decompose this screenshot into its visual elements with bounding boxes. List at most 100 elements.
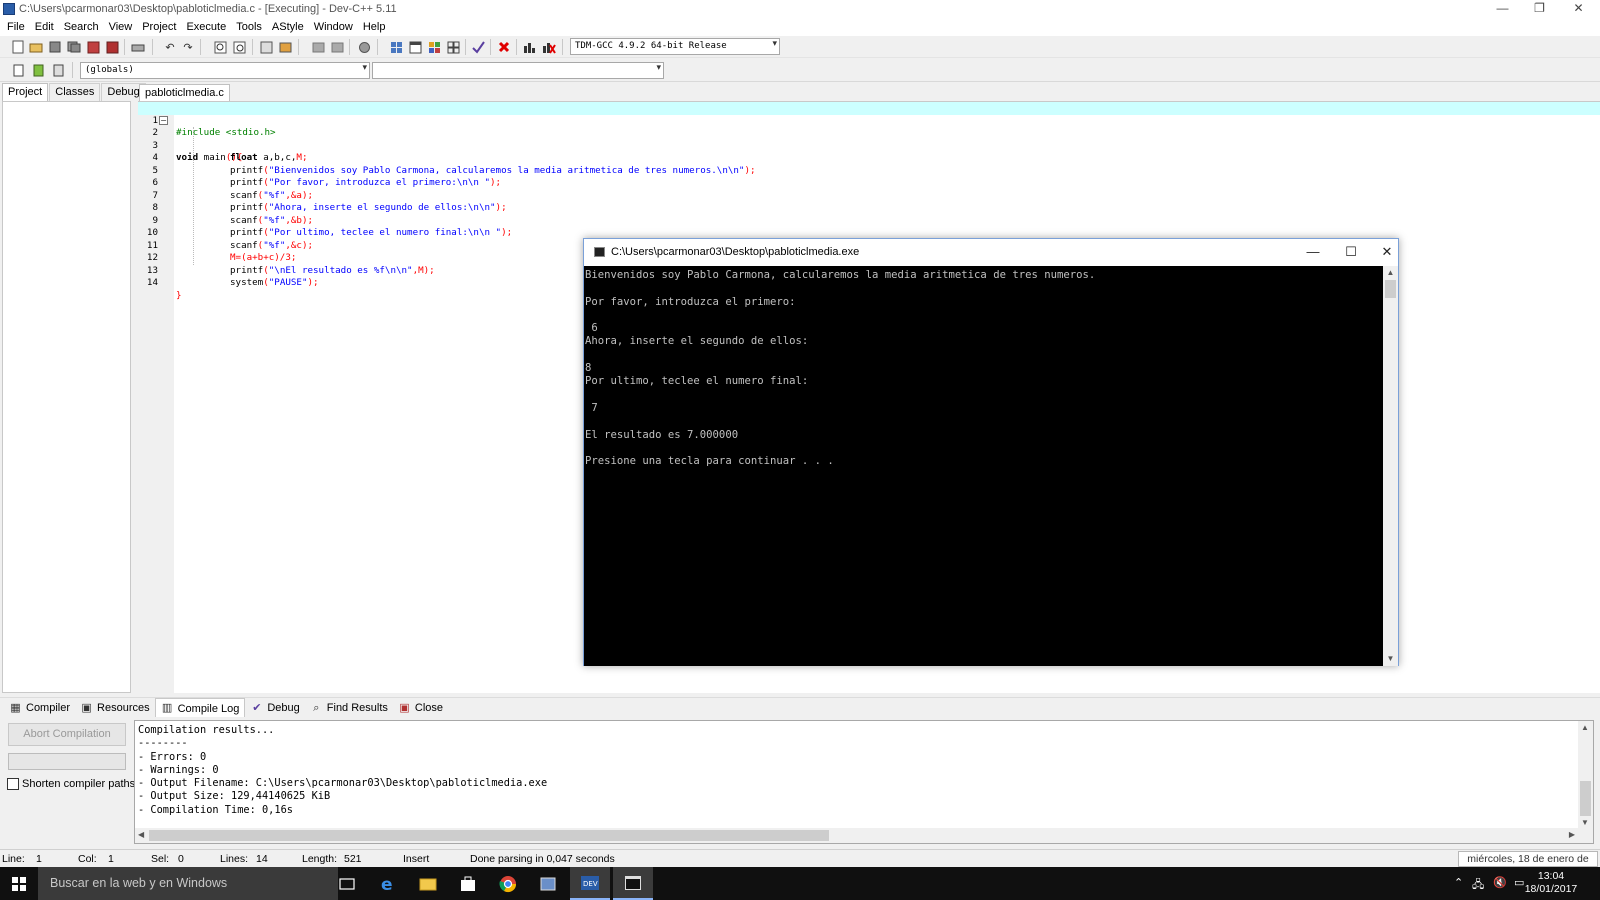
code-line[interactable]: 4 printf("Bienvenidos soy Pablo Carmona,… [138,140,1600,176]
menu-tools[interactable]: Tools [231,19,267,36]
code-line[interactable]: 7 printf("Ahora, inserte el segundo de e… [138,177,1600,214]
scroll-thumb[interactable] [1580,781,1591,816]
console-window[interactable]: C:\Users\pcarmonar03\Desktop\pabloticlme… [583,238,1399,666]
toggle-bookmark-icon[interactable] [30,62,46,78]
bookmark-icon[interactable] [356,39,372,55]
console-app-taskbar-icon[interactable] [613,867,653,900]
taskbar-clock[interactable]: 13:04 18/01/2017 [1520,870,1582,896]
menu-edit[interactable]: Edit [30,19,59,36]
minimize-button[interactable]: — [1484,0,1521,19]
tab-resources[interactable]: ▣ Resources [75,698,155,718]
menu-window[interactable]: Window [309,19,358,36]
code-line[interactable]: 6 scanf("%f",&a); [138,165,1600,201]
code-line[interactable]: 10 scanf("%f",&c); [138,215,1600,251]
log-vertical-scrollbar[interactable]: ▲ ▼ [1578,721,1593,829]
code-line[interactable]: 3 float a,b,c,M; [138,127,1600,164]
insert-icon[interactable] [10,62,26,78]
tray-show-hidden-icon[interactable]: ⌃ [1454,876,1463,889]
tab-classes[interactable]: Classes [49,83,101,101]
tab-close[interactable]: ▣ Close [393,698,448,718]
devcpp-active-app-icon[interactable]: DEV [570,867,610,900]
delete-profile-icon[interactable] [541,39,557,55]
goto-line-icon[interactable] [258,39,274,55]
close-all-icon[interactable] [104,39,120,55]
code-line[interactable]: 1 #include <stdio.h> [138,102,1600,138]
menu-help[interactable]: Help [358,19,391,36]
code-line[interactable]: 2 − void main(){ [138,115,1600,163]
tab-compile-log[interactable]: ▥ Compile Log [154,698,246,718]
shorten-paths-checkbox[interactable] [7,778,19,790]
scroll-left-icon[interactable]: ◀ [138,830,144,839]
save-all-icon[interactable] [66,39,82,55]
tab-project[interactable]: Project [2,83,49,101]
next-icon[interactable] [329,39,345,55]
console-maximize-button[interactable]: ☐ [1336,243,1366,262]
find-icon[interactable] [212,39,228,55]
task-view-icon[interactable] [327,867,367,900]
taskbar-search-box[interactable]: Buscar en la web y en Windows [38,867,338,900]
shorten-paths-option[interactable]: Shorten compiler paths [7,778,135,790]
class-browser-icon[interactable] [445,39,461,55]
scroll-right-icon[interactable]: ▶ [1569,830,1575,839]
close-file-icon[interactable] [85,39,101,55]
console-scrollbar[interactable]: ▲ ▼ [1383,266,1398,666]
member-select[interactable]: ▾ [372,62,664,79]
code-line[interactable]: 5 printf("Por favor, introduzca el prime… [138,152,1600,189]
fold-collapse-icon[interactable]: − [159,115,168,125]
volume-muted-icon[interactable]: 🔇 [1493,876,1507,889]
save-icon[interactable] [47,39,63,55]
menu-execute[interactable]: Execute [181,19,231,36]
stop-execution-icon[interactable] [496,39,512,55]
indent-icon[interactable] [277,39,293,55]
scroll-thumb[interactable] [149,830,829,841]
close-button[interactable]: ✕ [1560,0,1597,19]
project-tree[interactable] [2,101,131,693]
goto-bookmark-icon[interactable] [50,62,66,78]
abort-compilation-button[interactable]: Abort Compilation [8,723,126,746]
menu-project[interactable]: Project [137,19,181,36]
tab-compiler[interactable]: ▦ Compiler [4,698,75,718]
network-icon[interactable]: 🖧 [1472,876,1484,895]
console-minimize-button[interactable]: — [1298,243,1328,262]
scroll-up-icon[interactable]: ▲ [1581,723,1589,732]
scroll-down-icon[interactable]: ▼ [1581,818,1589,827]
chrome-browser-icon[interactable] [488,867,528,900]
scroll-up-icon[interactable]: ▲ [1383,266,1398,280]
devcpp-taskbar-icon[interactable] [528,867,568,900]
tab-debug-bottom[interactable]: ✔ Debug [245,698,304,718]
log-horizontal-scrollbar[interactable]: ◀ ▶ [135,828,1593,843]
file-explorer-icon[interactable] [408,867,448,900]
open-project-icon[interactable] [407,39,423,55]
compile-log-output[interactable]: Compilation results... -------- - Errors… [134,720,1594,844]
print-icon[interactable] [130,39,146,55]
console-title-bar[interactable]: C:\Users\pcarmonar03\Desktop\pabloticlme… [584,239,1398,266]
new-project-icon[interactable] [388,39,404,55]
edge-browser-icon[interactable]: e [368,867,408,900]
menu-file[interactable]: File [2,19,30,36]
start-button[interactable] [0,867,38,900]
undo-icon[interactable]: ↶ [162,39,178,55]
code-line[interactable]: 8 scanf("%f",&b); [138,190,1600,226]
project-options-icon[interactable] [426,39,442,55]
new-file-icon[interactable] [10,39,26,55]
console-close-button[interactable]: ✕ [1372,243,1402,262]
scroll-thumb[interactable] [1385,280,1396,298]
tab-find-results[interactable]: ⌕ Find Results [305,698,393,718]
open-file-icon[interactable] [28,39,44,55]
menu-search[interactable]: Search [59,19,104,36]
replace-icon[interactable] [231,39,247,55]
console-output-area[interactable]: Bienvenidos soy Pablo Carmona, calculare… [584,266,1383,666]
compiler-select[interactable]: TDM-GCC 4.9.2 64-bit Release ▾ [570,38,780,55]
editor-tab-file[interactable]: pabloticlmedia.c [139,84,230,101]
profile-chart-icon[interactable] [522,39,538,55]
redo-icon[interactable]: ↷ [180,39,196,55]
code-line[interactable]: 9 printf("Por ultimo, teclee el numero f… [138,202,1600,239]
store-icon[interactable] [448,867,488,900]
scroll-down-icon[interactable]: ▼ [1383,652,1398,666]
menu-view[interactable]: View [104,19,138,36]
menu-astyle[interactable]: AStyle [267,19,309,36]
check-syntax-icon[interactable] [470,39,486,55]
previous-icon[interactable] [310,39,326,55]
restore-button[interactable]: ❐ [1521,0,1558,19]
scope-select[interactable]: (globals) ▾ [80,62,370,79]
